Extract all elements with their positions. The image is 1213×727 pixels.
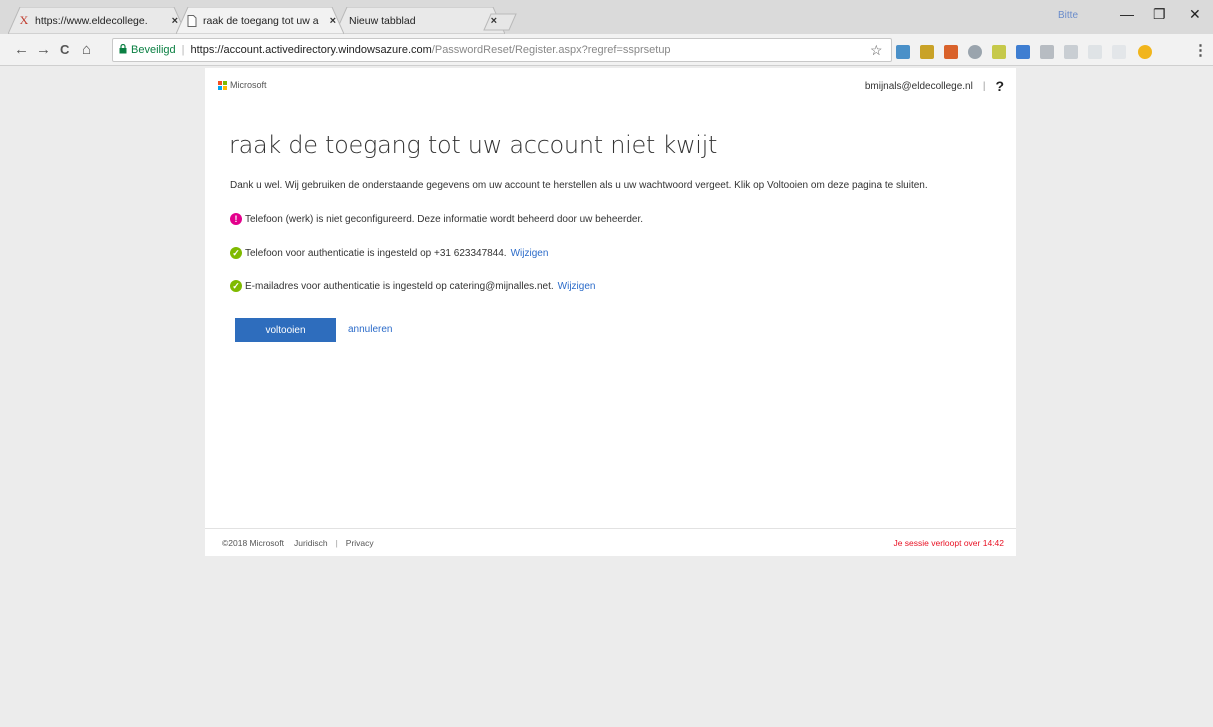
restore-button[interactable]: ❐ bbox=[1153, 6, 1166, 23]
address-bar[interactable]: Beveiligd | https://account.activedirect… bbox=[112, 38, 892, 62]
extension-icon[interactable] bbox=[896, 45, 910, 59]
bookmark-star-icon[interactable]: ☆ bbox=[870, 42, 883, 59]
minimize-button[interactable]: — bbox=[1120, 6, 1134, 22]
browser-tabstrip: X https://www.eldecollege. × Nieuw tabbl… bbox=[0, 0, 1213, 34]
status-item-auth-phone: ✓ Telefoon voor authenticatie is ingeste… bbox=[230, 247, 548, 259]
extension-icon[interactable] bbox=[920, 45, 934, 59]
copyright: ©2018 Microsoft bbox=[222, 537, 285, 548]
home-button[interactable]: ⌂ bbox=[82, 41, 91, 58]
tab-close-icon[interactable]: × bbox=[330, 15, 336, 27]
tab-title: raak de toegang tot uw a bbox=[203, 14, 319, 27]
forward-button[interactable]: → bbox=[36, 41, 51, 58]
finish-button[interactable]: voltooien bbox=[235, 318, 336, 342]
secure-label: Beveiligd bbox=[131, 44, 176, 56]
privacy-link[interactable]: Privacy bbox=[346, 538, 374, 548]
url-path: /PasswordReset/Register.aspx?regref=sspr… bbox=[431, 44, 671, 56]
status-item-work-phone: ! Telefoon (werk) is niet geconfigureerd… bbox=[230, 213, 643, 225]
legal-link[interactable]: Juridisch bbox=[294, 538, 328, 548]
tab-title: Nieuw tabblad bbox=[349, 14, 416, 27]
checkmark-icon: ✓ bbox=[230, 247, 242, 259]
address-separator: | bbox=[181, 44, 185, 56]
extension-icon[interactable] bbox=[992, 45, 1006, 59]
browser-menu-icon[interactable]: ⋮ bbox=[1193, 41, 1208, 59]
page-footer: ©2018 Microsoft Juridisch | Privacy Je s… bbox=[205, 528, 1016, 556]
new-tab-button[interactable] bbox=[483, 13, 517, 31]
status-text: E-mailadres voor authenticatie is ingest… bbox=[245, 280, 554, 292]
tab-title: https://www.eldecollege. bbox=[35, 14, 148, 27]
extension-icon[interactable] bbox=[1064, 45, 1078, 59]
extension-new-icon[interactable] bbox=[1016, 45, 1030, 59]
x-favicon-icon: X bbox=[19, 13, 29, 27]
url-host: https://account.activedirectory.windowsa… bbox=[190, 44, 432, 56]
page-card: Microsoft bmijnals@eldecollege.nl | ? ra… bbox=[205, 68, 1016, 555]
intro-text: Dank u wel. Wij gebruiken de onderstaand… bbox=[230, 180, 928, 191]
extension-icon[interactable] bbox=[1112, 45, 1126, 59]
change-phone-link[interactable]: Wijzigen bbox=[511, 248, 549, 259]
user-area: bmijnals@eldecollege.nl | ? bbox=[865, 78, 1004, 94]
tab-new-tab[interactable]: Nieuw tabblad × bbox=[335, 7, 505, 34]
profile-button[interactable]: Bitte bbox=[1058, 10, 1078, 21]
tab-close-icon[interactable]: × bbox=[491, 15, 497, 27]
back-button[interactable]: ← bbox=[14, 41, 29, 58]
checkmark-icon: ✓ bbox=[230, 280, 242, 292]
microsoft-logo-icon bbox=[218, 80, 227, 90]
status-text: Telefoon (werk) is niet geconfigureerd. … bbox=[245, 213, 643, 225]
tab-close-icon[interactable]: × bbox=[172, 15, 178, 27]
page-favicon-icon bbox=[186, 14, 198, 28]
status-text: Telefoon voor authenticatie is ingesteld… bbox=[245, 247, 507, 259]
warning-icon: ! bbox=[230, 213, 242, 225]
reload-button[interactable]: C bbox=[60, 42, 69, 57]
tab-active[interactable]: raak de toegang tot uw a × bbox=[176, 7, 344, 34]
footer-separator: | bbox=[335, 537, 338, 548]
brand-name: Microsoft bbox=[230, 80, 267, 90]
header-separator: | bbox=[982, 80, 986, 92]
cancel-link[interactable]: annuleren bbox=[348, 324, 392, 335]
change-email-link[interactable]: Wijzigen bbox=[558, 281, 596, 292]
extension-icon[interactable] bbox=[944, 45, 958, 59]
session-timer: Je sessie verloopt over 14:42 bbox=[893, 537, 1004, 548]
help-icon[interactable]: ? bbox=[995, 78, 1004, 94]
user-email[interactable]: bmijnals@eldecollege.nl bbox=[865, 81, 973, 92]
browser-toolbar: ← → C ⌂ Beveiligd | https://account.acti… bbox=[0, 34, 1213, 66]
extension-icon[interactable] bbox=[1040, 45, 1054, 59]
extension-icon[interactable] bbox=[968, 45, 982, 59]
microsoft-logo: Microsoft bbox=[218, 80, 267, 90]
extension-icon[interactable] bbox=[1088, 45, 1102, 59]
tab-eldecollege[interactable]: X https://www.eldecollege. × bbox=[8, 7, 186, 34]
extension-icon[interactable] bbox=[1138, 45, 1152, 59]
lock-icon bbox=[119, 43, 127, 57]
close-window-button[interactable]: ✕ bbox=[1189, 6, 1201, 23]
page-title: raak de toegang tot uw account niet kwij… bbox=[229, 131, 718, 159]
status-item-auth-email: ✓ E-mailadres voor authenticatie is inge… bbox=[230, 280, 595, 292]
